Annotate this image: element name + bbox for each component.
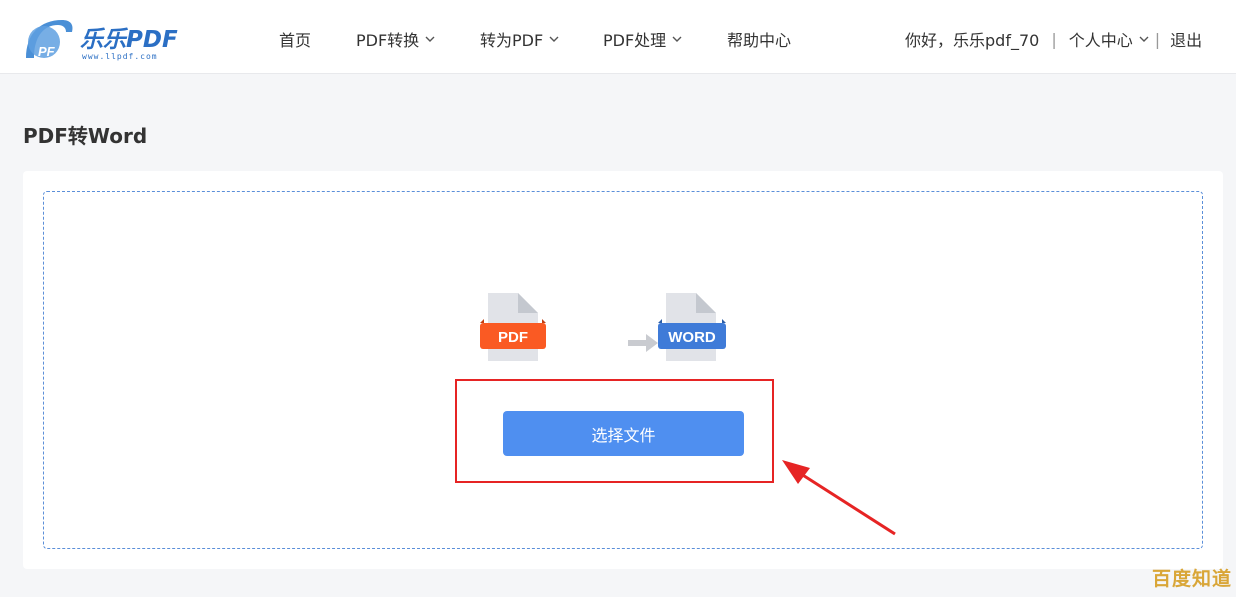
top-header: PF 乐乐PDF www.llpdf.com 首页 PDF转换 转为PDF PD… — [0, 0, 1236, 74]
watermark-text: 百度知道 — [1151, 568, 1232, 590]
user-greeting[interactable]: 你好，乐乐pdf_70 — [905, 27, 1039, 51]
nav-home[interactable]: 首页 — [279, 27, 311, 51]
file-dropzone[interactable]: PDF WORD 选择文件 — [43, 191, 1203, 549]
nav-pdf-process[interactable]: PDF处理 — [603, 27, 682, 51]
user-area: 你好，乐乐pdf_70 | 个人中心 | 退出 — [905, 27, 1202, 51]
chevron-down-icon — [672, 36, 682, 42]
nav-help-center[interactable]: 帮助中心 — [727, 27, 791, 51]
personal-center-link[interactable]: 个人中心 — [1069, 27, 1149, 51]
annotation-arrow-icon — [782, 460, 896, 536]
logo-url: www.llpdf.com — [82, 52, 158, 61]
personal-center-label: 个人中心 — [1068, 31, 1133, 50]
word-file-icon: WORD — [658, 293, 726, 361]
nav-pdf-process-label: PDF处理 — [603, 31, 667, 50]
page-title: PDF转Word — [23, 124, 148, 148]
convert-arrow-icon — [628, 334, 658, 352]
svg-text:PF: PF — [38, 44, 56, 59]
pdf-label: PDF — [498, 329, 528, 346]
nav-to-pdf[interactable]: 转为PDF — [480, 27, 559, 51]
separator: | — [1051, 29, 1057, 49]
nav-help-center-label: 帮助中心 — [727, 31, 792, 50]
pdf-file-icon: PDF — [480, 293, 546, 361]
logo-text: 乐乐PDF — [80, 27, 178, 53]
site-logo[interactable]: PF 乐乐PDF www.llpdf.com — [22, 14, 192, 62]
chevron-down-icon — [1139, 36, 1149, 42]
chevron-down-icon — [425, 36, 435, 42]
nav-to-pdf-label: 转为PDF — [480, 31, 544, 50]
nav-pdf-convert-label: PDF转换 — [356, 31, 420, 50]
separator: | — [1154, 29, 1161, 49]
annotation-highlight-box — [455, 379, 774, 483]
logout-link[interactable]: 退出 — [1170, 27, 1202, 51]
nav-pdf-convert[interactable]: PDF转换 — [356, 27, 435, 51]
convert-card: PDF WORD 选择文件 — [23, 171, 1223, 569]
chevron-down-icon — [549, 36, 559, 42]
nav-home-label: 首页 — [279, 31, 312, 50]
word-label: WORD — [668, 329, 716, 346]
